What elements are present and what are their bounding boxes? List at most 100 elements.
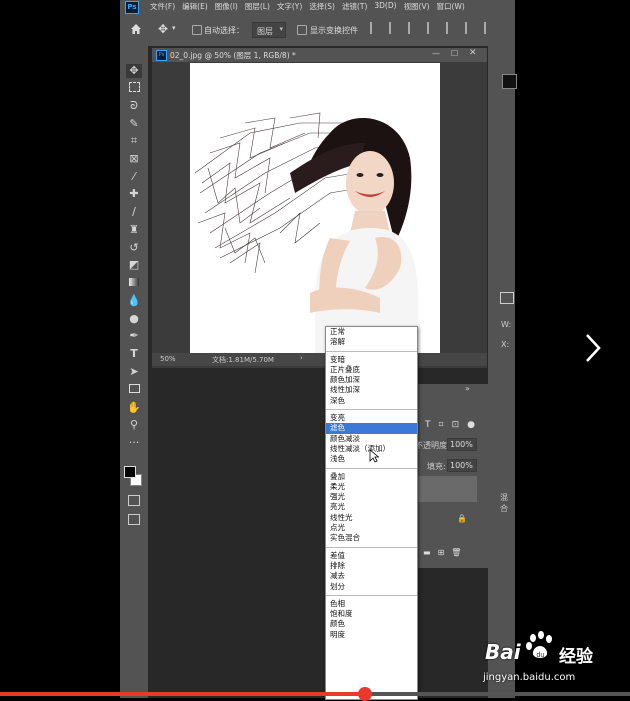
canvas-image[interactable]: [190, 63, 440, 353]
lock-icon: 🔒: [457, 514, 467, 523]
blend-mode-option[interactable]: 色相: [326, 599, 417, 609]
next-arrow-icon[interactable]: [585, 333, 601, 365]
blend-mode-option[interactable]: 减去: [326, 571, 417, 581]
auto-select-checkbox[interactable]: [192, 25, 202, 35]
rectangle-tool-icon[interactable]: [126, 383, 142, 397]
blend-mode-option[interactable]: 滤色: [326, 423, 417, 434]
video-progress-fill: [0, 692, 366, 696]
baidu-watermark: Bai du 经验 jingyan.baidu.com: [477, 628, 627, 698]
fill-input[interactable]: 100%: [447, 459, 477, 472]
brush-tool-icon[interactable]: ∕: [126, 205, 142, 219]
crop-tool-icon[interactable]: ⌗: [126, 134, 142, 148]
zoom-tool-icon[interactable]: ⚲: [126, 418, 142, 432]
new-layer-icon[interactable]: ⊞: [438, 548, 445, 557]
eraser-tool-icon[interactable]: ◩: [126, 258, 142, 272]
blend-mode-option[interactable]: 颜色减淡: [326, 434, 417, 444]
show-transform-label: 显示变换控件: [310, 26, 358, 35]
menu-item[interactable]: 图像(I): [215, 1, 238, 12]
document-tab[interactable]: Ps 02_0.jpg @ 50% (图层 1, RGB/8) * — ☐ ✕: [152, 48, 487, 62]
type-filter-icon[interactable]: T: [425, 420, 431, 430]
menu-item[interactable]: 3D(D): [374, 1, 396, 12]
foreground-color-swatch[interactable]: [124, 466, 136, 478]
menu-item[interactable]: 文件(F): [150, 1, 175, 12]
menu-item[interactable]: 窗口(W): [437, 1, 465, 12]
mouse-cursor-icon: [369, 449, 380, 465]
blend-mode-option[interactable]: 划分: [326, 582, 417, 592]
chevron-down-icon: ▾: [279, 25, 283, 33]
history-brush-tool-icon[interactable]: ↺: [126, 241, 142, 255]
smart-filter-icon[interactable]: ⊡: [452, 420, 460, 430]
gradient-tool-icon[interactable]: [126, 276, 142, 290]
healing-brush-tool-icon[interactable]: ✚: [126, 187, 142, 201]
blur-tool-icon[interactable]: 💧: [126, 294, 142, 308]
folder-icon[interactable]: ▬: [423, 548, 431, 557]
type-tool-icon[interactable]: T: [126, 347, 142, 361]
move-tool-icon[interactable]: ✥: [158, 22, 168, 36]
show-transform-checkbox[interactable]: [297, 25, 307, 35]
blend-mode-option[interactable]: 颜色: [326, 619, 417, 629]
blend-mode-option[interactable]: 亮光: [326, 502, 417, 512]
baidu-url: jingyan.baidu.com: [483, 672, 576, 683]
close-icon[interactable]: ✕: [469, 48, 477, 58]
more-tools-icon[interactable]: ···: [126, 436, 142, 450]
layer-filter-icons[interactable]: T ⌗ ⊡ ●: [425, 420, 475, 430]
quick-mask-icon[interactable]: [128, 495, 140, 506]
layer-row-selected[interactable]: [417, 476, 477, 502]
image-icon[interactable]: [500, 292, 514, 304]
layer-bottom-icons[interactable]: ▬ ⊞ 🗑: [423, 548, 461, 557]
opacity-value: 100%: [450, 440, 473, 449]
quick-select-tool-icon[interactable]: ✎: [126, 117, 142, 131]
pen-tool-icon[interactable]: ✒: [126, 329, 142, 343]
trash-icon[interactable]: 🗑: [451, 548, 461, 557]
filter-toggle-icon[interactable]: ●: [467, 420, 475, 430]
hand-tool-icon[interactable]: ✋: [126, 401, 142, 415]
blend-mode-option[interactable]: 饱和度: [326, 609, 417, 619]
document-status-bar: 50% 文档:1.81M/5.70M ›: [152, 353, 487, 366]
blend-mode-option[interactable]: 变亮: [326, 413, 417, 423]
move-tool-icon[interactable]: ✥: [126, 64, 142, 78]
zoom-level[interactable]: 50%: [160, 355, 176, 363]
x-label: X:: [501, 340, 510, 349]
blend-mode-option[interactable]: 正常: [326, 327, 417, 337]
blend-mode-option[interactable]: 变暗: [326, 355, 417, 365]
path-select-tool-icon[interactable]: ➤: [126, 365, 142, 379]
menu-item[interactable]: 图层(L): [245, 1, 270, 12]
eyedropper-tool-icon[interactable]: ⁄: [126, 170, 142, 184]
chevron-right-icon[interactable]: ›: [300, 354, 303, 362]
lasso-tool-icon[interactable]: ᘐ: [126, 99, 142, 113]
blend-mode-option[interactable]: 正片叠底: [326, 365, 417, 375]
dodge-tool-icon[interactable]: ●: [126, 312, 142, 326]
menu-item[interactable]: 文字(Y): [277, 1, 302, 12]
auto-select-dropdown[interactable]: 图层 ▾: [252, 22, 286, 38]
marquee-tool-icon[interactable]: [126, 82, 142, 96]
blend-mode-option[interactable]: 差值: [326, 551, 417, 561]
menu-item[interactable]: 视图(V): [404, 1, 430, 12]
blend-mode-option[interactable]: 明度: [326, 630, 417, 640]
menu-item[interactable]: 滤镜(T): [342, 1, 367, 12]
blend-mode-option[interactable]: 叠加: [326, 472, 417, 482]
frame-tool-icon[interactable]: ⊠: [126, 152, 142, 166]
blend-mode-option[interactable]: 线性加深: [326, 385, 417, 395]
screen-mode-icon[interactable]: [128, 514, 140, 525]
blend-mode-option[interactable]: 柔光: [326, 482, 417, 492]
blend-mode-option[interactable]: 排除: [326, 561, 417, 571]
blend-mode-option[interactable]: 溶解: [326, 337, 417, 347]
maximize-icon[interactable]: ☐: [451, 49, 458, 58]
opacity-input[interactable]: 100%: [447, 438, 477, 451]
blend-mode-option[interactable]: 实色混合: [326, 533, 417, 543]
opacity-label: 不透明度:: [415, 441, 450, 450]
menu-item[interactable]: 编辑(E): [182, 1, 208, 12]
clone-stamp-tool-icon[interactable]: ♜: [126, 223, 142, 237]
shape-filter-icon[interactable]: ⌗: [439, 420, 444, 430]
blend-mode-option[interactable]: 颜色加深: [326, 375, 417, 385]
minimize-icon[interactable]: —: [432, 49, 440, 58]
blend-mode-option[interactable]: 强光: [326, 492, 417, 502]
move-tool-dropdown-icon[interactable]: ▾: [172, 24, 176, 32]
menu-item[interactable]: 选择(S): [309, 1, 335, 12]
color-swatch-icon[interactable]: [502, 74, 517, 89]
blend-mode-option[interactable]: 深色: [326, 396, 417, 406]
blend-mode-option[interactable]: 点光: [326, 523, 417, 533]
panel-collapse-icon[interactable]: »: [465, 384, 470, 393]
home-icon[interactable]: [130, 23, 142, 35]
blend-mode-option[interactable]: 线性光: [326, 513, 417, 523]
